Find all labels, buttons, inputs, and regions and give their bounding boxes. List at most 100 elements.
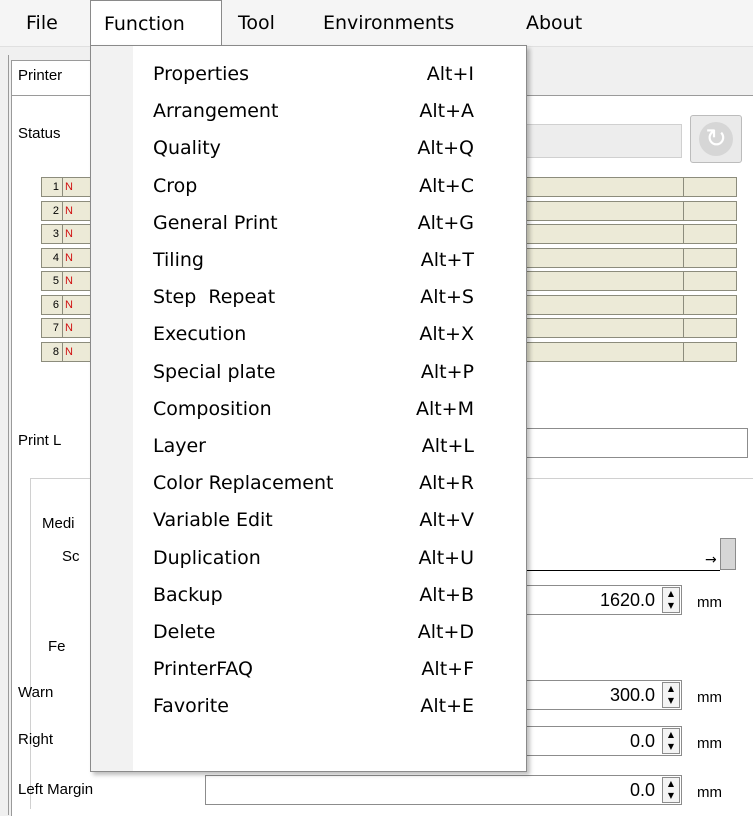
print-l-field[interactable] <box>524 428 748 458</box>
spinner-arrows-icon[interactable]: ▲ ▼ <box>662 587 680 613</box>
refresh-icon: ↻ <box>699 122 733 156</box>
slot-level-bar <box>524 224 684 244</box>
menu-item-shortcut: Alt+R <box>419 472 474 494</box>
menu-item-label: Step Repeat <box>153 286 276 308</box>
slot-mark: N <box>63 342 93 362</box>
menu-item-label: Quality <box>153 137 221 159</box>
slot-number: 3 <box>41 224 63 244</box>
menu-item-shortcut: Alt+S <box>420 286 474 308</box>
menu-item-shortcut: Alt+I <box>426 63 474 85</box>
slot-number: 7 <box>41 318 63 338</box>
menu-item-shortcut: Alt+E <box>420 695 474 717</box>
menu-item-label: Properties <box>153 63 250 85</box>
left-margin-field[interactable]: 0.0 <box>205 775 682 805</box>
status-display <box>524 124 682 158</box>
menu-item-shortcut: Alt+B <box>419 584 474 606</box>
warn-label: Warn <box>18 684 54 701</box>
menu-item-duplication[interactable]: Duplication Alt+U <box>91 540 526 576</box>
menu-item-color-replacement[interactable]: Color Replacement Alt+R <box>91 465 526 501</box>
spinner-arrows-icon[interactable]: ▲ ▼ <box>662 777 680 803</box>
slot-level-cell <box>684 342 737 362</box>
menu-item-execution[interactable]: Execution Alt+X <box>91 316 526 352</box>
slot-level-cell <box>684 248 737 268</box>
slot-level-cell <box>684 224 737 244</box>
menu-bar: File Function Tool Environments About <box>0 0 753 47</box>
menu-item-variable-edit[interactable]: Variable Edit Alt+V <box>91 502 526 538</box>
slot-number: 4 <box>41 248 63 268</box>
status-label: Status <box>18 125 61 142</box>
media-label: Medi <box>42 515 75 532</box>
menu-item-tiling[interactable]: Tiling Alt+T <box>91 242 526 278</box>
menu-item-layer[interactable]: Layer Alt+L <box>91 428 526 464</box>
menu-item-label: Layer <box>153 435 206 457</box>
menu-item-shortcut: Alt+G <box>417 212 474 234</box>
slot-level-cell <box>684 295 737 315</box>
menu-item-arrangement[interactable]: Arrangement Alt+A <box>91 93 526 129</box>
menu-item-quality[interactable]: Quality Alt+Q <box>91 130 526 166</box>
warn-field[interactable]: 300.0 <box>524 680 682 710</box>
menu-item-general-print[interactable]: General Print Alt+G <box>91 205 526 241</box>
menu-about[interactable]: About <box>513 0 595 46</box>
slot-level-bar <box>524 201 684 221</box>
menu-item-step-repeat[interactable]: Step Repeat Alt+S <box>91 279 526 315</box>
right-margin-field[interactable]: 0.0 <box>524 726 682 756</box>
arrow-right-icon: → <box>705 552 717 568</box>
menu-item-label: Composition <box>153 398 272 420</box>
unit-label: mm <box>697 784 722 801</box>
slot-number: 8 <box>41 342 63 362</box>
slot-level-bar <box>524 318 684 338</box>
slot-number: 2 <box>41 201 63 221</box>
menu-item-shortcut: Alt+Q <box>417 137 474 159</box>
slot-level-bar <box>524 295 684 315</box>
menu-item-favorite[interactable]: Favorite Alt+E <box>91 688 526 724</box>
function-menu: Properties Alt+I Arrangement Alt+A Quality Al… <box>90 45 527 772</box>
slot-level-bar <box>524 248 684 268</box>
menu-item-shortcut: Alt+P <box>420 361 474 383</box>
menu-item-shortcut: Alt+C <box>419 175 474 197</box>
scale-slider-thumb[interactable] <box>720 538 736 570</box>
menu-tool[interactable]: Tool <box>225 0 288 46</box>
slot-mark: N <box>63 271 93 291</box>
slot-mark: N <box>63 318 93 338</box>
slot-mark: N <box>63 224 93 244</box>
menu-item-delete[interactable]: Delete Alt+D <box>91 614 526 650</box>
print-l-label: Print L <box>18 432 62 449</box>
menu-item-shortcut: Alt+T <box>420 249 474 271</box>
spinner-arrows-icon[interactable]: ▲ ▼ <box>662 682 680 708</box>
unit-label: mm <box>697 689 722 706</box>
spinner-arrows-icon[interactable]: ▲ ▼ <box>662 728 680 754</box>
slot-mark: N <box>63 177 93 197</box>
menu-item-backup[interactable]: Backup Alt+B <box>91 577 526 613</box>
slot-level-cell <box>684 318 737 338</box>
menu-item-shortcut: Alt+A <box>419 100 474 122</box>
slot-level-bar <box>524 177 684 197</box>
menu-item-shortcut: Alt+M <box>415 398 474 420</box>
menu-item-label: Duplication <box>153 547 261 569</box>
menu-file[interactable]: File <box>13 0 71 46</box>
slot-level-cell <box>684 201 737 221</box>
menu-item-label: Tiling <box>153 249 204 271</box>
menu-item-composition[interactable]: Composition Alt+M <box>91 391 526 427</box>
slot-number: 6 <box>41 295 63 315</box>
menu-item-printerfaq[interactable]: PrinterFAQ Alt+F <box>91 651 526 687</box>
menu-item-label: Backup <box>153 584 223 606</box>
menu-item-properties[interactable]: Properties Alt+I <box>91 56 526 92</box>
left-margin-label: Left Margin <box>18 781 94 798</box>
slot-level-bar <box>524 342 684 362</box>
slot-mark: N <box>63 295 93 315</box>
tab-printer[interactable]: Printer <box>11 60 91 96</box>
slot-level-bar <box>524 271 684 291</box>
menu-item-label: PrinterFAQ <box>153 658 254 680</box>
menu-environments[interactable]: Environments <box>310 0 467 46</box>
menu-item-label: Delete <box>153 621 216 643</box>
menu-item-special-plate[interactable]: Special plate Alt+P <box>91 354 526 390</box>
scale-label: Sc <box>62 548 80 565</box>
scale-slider-track[interactable] <box>524 540 720 571</box>
menu-item-label: Favorite <box>153 695 229 717</box>
refresh-button[interactable]: ↻ <box>690 115 742 163</box>
menu-function[interactable]: Function <box>90 0 222 46</box>
unit-label: mm <box>697 594 722 611</box>
menu-item-crop[interactable]: Crop Alt+C <box>91 168 526 204</box>
slot-number: 5 <box>41 271 63 291</box>
media-length-field[interactable]: 1620.0 <box>524 585 682 615</box>
